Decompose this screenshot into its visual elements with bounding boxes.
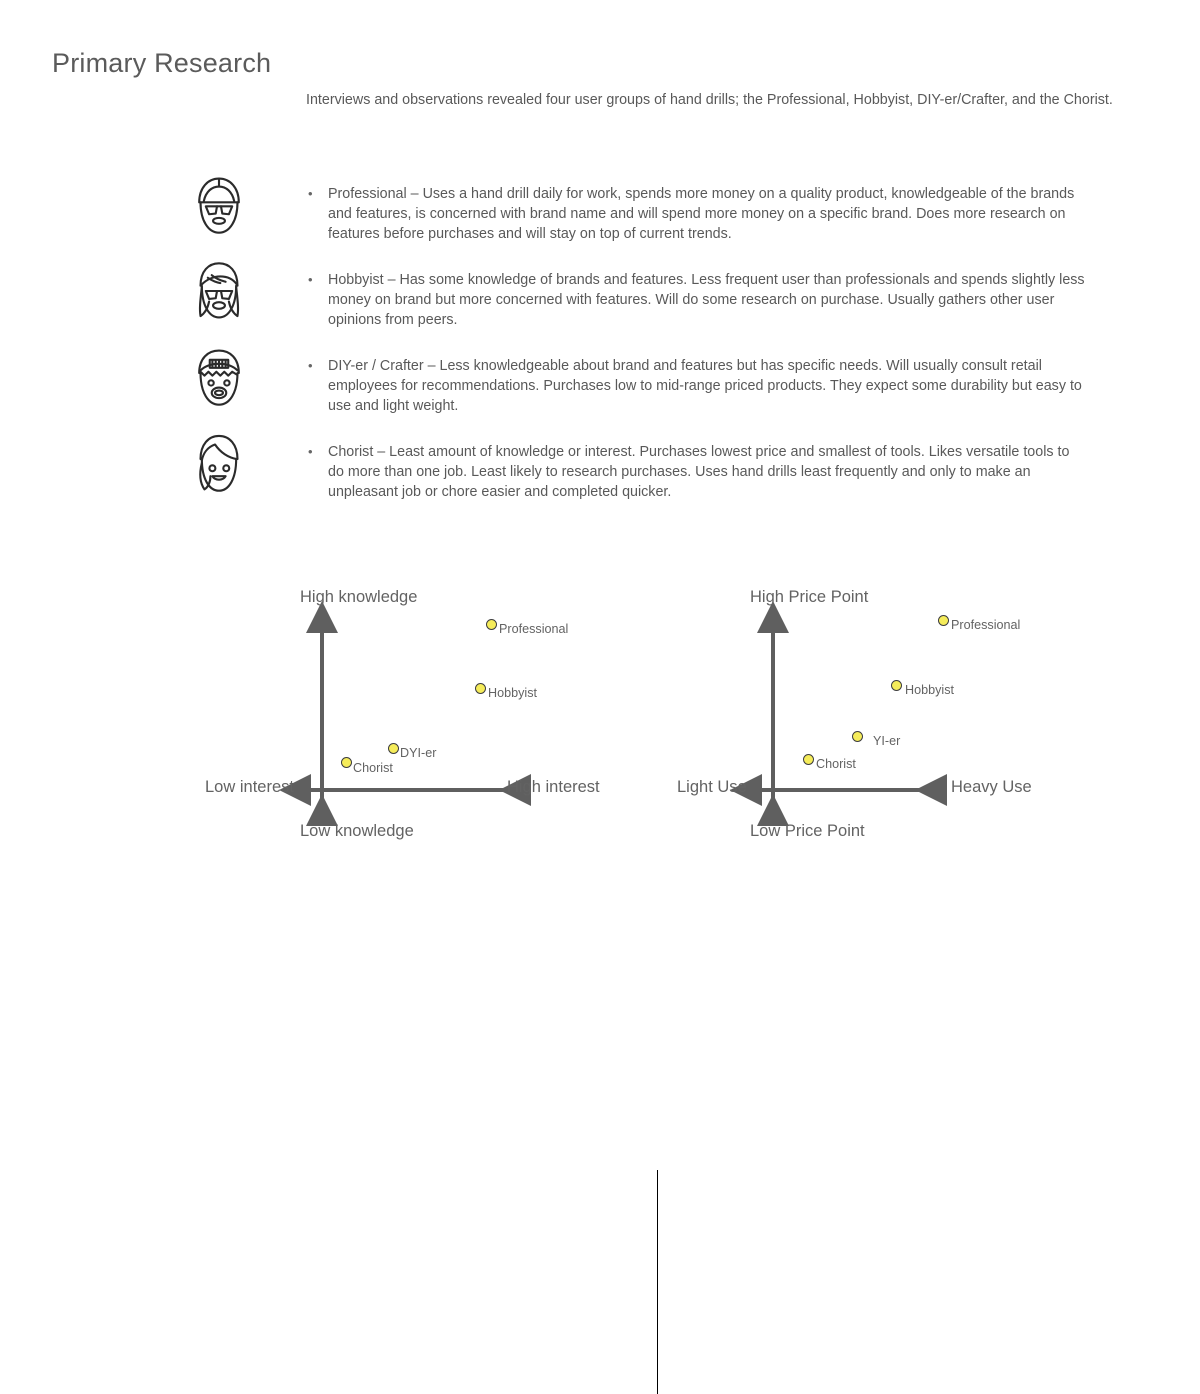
data-point-label: Professional xyxy=(499,622,569,636)
persona-description: Hobbyist – Has some knowledge of brands … xyxy=(328,272,1085,328)
short-hair-smiling-avatar-icon xyxy=(186,430,252,496)
data-point-marker[interactable] xyxy=(341,757,352,768)
data-point-label: DYI-er xyxy=(400,746,437,760)
data-point-label: Hobbyist xyxy=(905,683,954,697)
list-item: • DIY-er / Crafter – Less knowledgeable … xyxy=(186,344,1082,416)
axis-label-y-bottom: Low Price Point xyxy=(750,822,865,840)
axis-label-y-top: High Price Point xyxy=(750,588,869,606)
data-point-marker[interactable] xyxy=(475,683,486,694)
bullet-marker: • xyxy=(308,272,313,287)
axis-label-y-top: High knowledge xyxy=(300,588,418,606)
list-item: • Professional – Uses a hand drill daily… xyxy=(186,172,1074,244)
hardhat-bearded-worker-avatar-icon xyxy=(186,172,252,238)
data-point-label: Chorist xyxy=(353,761,393,775)
charts-area: High knowledge Low knowledge Low interes… xyxy=(0,575,1200,1394)
list-item: • Hobbyist – Has some knowledge of brand… xyxy=(186,258,1085,330)
axis-label-x-left: Light Use xyxy=(677,778,747,796)
chart-knowledge-vs-interest: High knowledge Low knowledge Low interes… xyxy=(200,575,640,865)
persona-list: • Professional – Uses a hand drill daily… xyxy=(186,172,1085,502)
data-point-marker[interactable] xyxy=(891,680,902,691)
axis-label-x-right: Heavy Use xyxy=(951,778,1032,796)
page-title: Primary Research xyxy=(52,48,272,78)
axis-cross-icon xyxy=(730,601,947,826)
bullet-marker: • xyxy=(308,444,313,459)
data-point-marker[interactable] xyxy=(486,619,497,630)
data-point-marker[interactable] xyxy=(388,743,399,754)
bullet-marker: • xyxy=(308,358,313,373)
data-point-label: YI-er xyxy=(873,734,901,748)
data-point-label: Hobbyist xyxy=(488,686,537,700)
data-point-marker[interactable] xyxy=(803,754,814,765)
axis-label-x-left: Low interest xyxy=(205,778,294,796)
list-item: • Chorist – Least amount of knowledge or… xyxy=(186,430,1069,502)
long-hair-goggles-avatar-icon xyxy=(186,258,252,324)
axis-label-y-bottom: Low knowledge xyxy=(300,822,414,840)
intro-paragraph: Interviews and observations revealed fou… xyxy=(306,92,1113,108)
data-point-marker[interactable] xyxy=(938,615,949,626)
persona-description: Professional – Uses a hand drill daily f… xyxy=(328,186,1075,242)
data-point-label: Professional xyxy=(951,618,1021,632)
persona-description: DIY-er / Crafter – Less knowledgeable ab… xyxy=(328,358,1082,414)
chart-divider xyxy=(657,1170,658,1394)
persona-description: Chorist – Least amount of knowledge or i… xyxy=(328,444,1070,500)
axis-cross-icon xyxy=(279,601,531,826)
bullet-marker: • xyxy=(308,186,313,201)
data-point-label: Chorist xyxy=(816,757,856,771)
backwards-cap-avatar-icon xyxy=(186,344,252,410)
chart-price-point-vs-use: High Price Point Low Price Point Light U… xyxy=(660,575,1090,865)
data-point-marker[interactable] xyxy=(852,731,863,742)
axis-label-x-right: High interest xyxy=(507,778,600,796)
